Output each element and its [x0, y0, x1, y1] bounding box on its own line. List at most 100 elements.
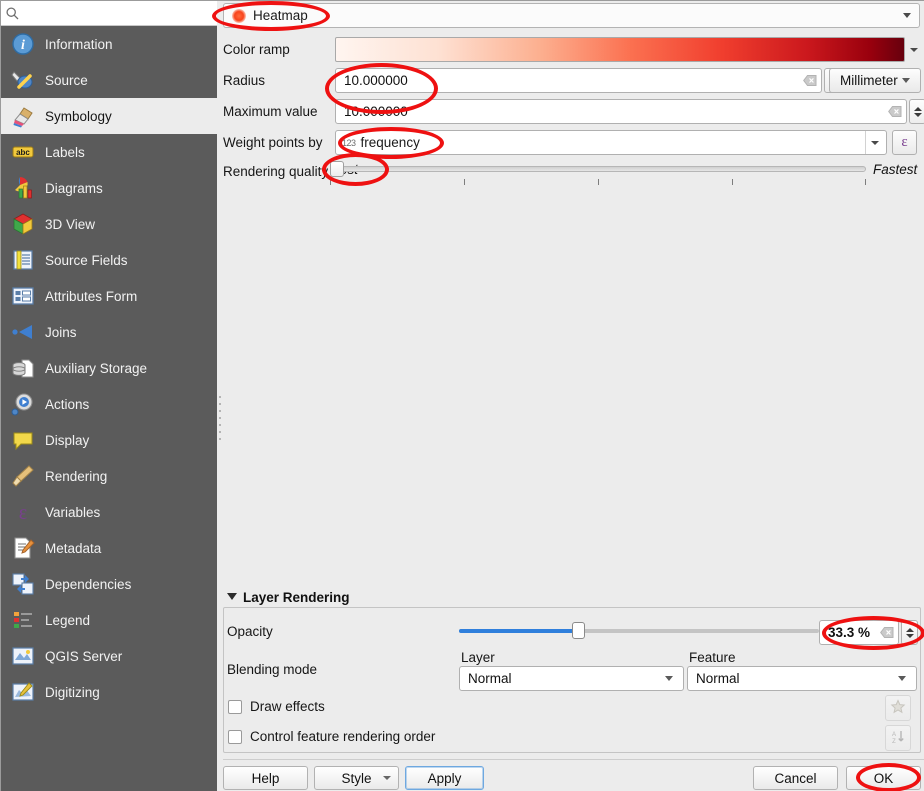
sidebar-item-dependencies[interactable]: Dependencies: [1, 566, 217, 602]
weight-points-by-dropdown-button[interactable]: [865, 131, 884, 154]
slider-handle[interactable]: [572, 622, 585, 639]
source-icon: [9, 66, 37, 94]
labels-abc-icon: abc: [9, 138, 37, 166]
color-ramp-label: Color ramp: [223, 42, 290, 57]
cancel-button[interactable]: Cancel: [753, 766, 838, 790]
help-button[interactable]: Help: [223, 766, 308, 790]
clear-icon[interactable]: [801, 72, 819, 90]
sidebar-item-digitizing[interactable]: Digitizing: [1, 674, 217, 710]
draw-effects-settings-button[interactable]: [885, 695, 911, 721]
radius-unit-value: Millimeter: [840, 73, 898, 88]
weight-points-by-label: Weight points by: [223, 135, 323, 150]
sidebar-item-information[interactable]: i Information: [1, 26, 217, 62]
rendering-brush-icon: [9, 462, 37, 490]
chevron-down-icon: [383, 776, 391, 780]
sidebar-item-label: 3D View: [45, 216, 96, 232]
opacity-stepper[interactable]: [901, 620, 918, 645]
sidebar-item-3d-view[interactable]: 3D View: [1, 206, 217, 242]
svg-text:i: i: [21, 38, 25, 53]
apply-button[interactable]: Apply: [405, 766, 484, 790]
sidebar-item-qgis-server[interactable]: QGIS Server: [1, 638, 217, 674]
cube-3d-icon: [9, 210, 37, 238]
sidebar-item-label: Dependencies: [45, 576, 132, 592]
style-button-label: Style: [341, 770, 372, 786]
control-feature-rendering-order-checkbox[interactable]: [228, 729, 242, 744]
weight-points-by-combo[interactable]: 123 frequency: [335, 130, 887, 155]
style-button[interactable]: Style: [314, 766, 399, 790]
sidebar-item-source-fields[interactable]: Source Fields: [1, 242, 217, 278]
digitizing-icon: [9, 678, 37, 706]
dependencies-icon: [9, 570, 37, 598]
layer-rendering-collapse-icon[interactable]: [227, 593, 237, 600]
sidebar-item-joins[interactable]: Joins: [1, 314, 217, 350]
svg-text:abc: abc: [16, 148, 30, 157]
sidebar-item-label: Symbology: [45, 108, 112, 124]
sidebar-item-label: QGIS Server: [45, 648, 123, 664]
maximum-value-label: Maximum value: [223, 104, 318, 119]
sidebar-item-label: Legend: [45, 612, 91, 628]
sidebar-item-actions[interactable]: Actions: [1, 386, 217, 422]
maximum-value-input[interactable]: 10.000000: [335, 99, 907, 124]
weight-points-by-value: frequency: [360, 135, 420, 150]
radius-unit-combo[interactable]: Millimeter: [829, 68, 921, 93]
rendering-quality-slider[interactable]: [330, 161, 866, 177]
clear-icon[interactable]: [886, 103, 904, 121]
blending-feature-combo[interactable]: Normal: [687, 666, 917, 691]
stepper-down-icon[interactable]: [913, 112, 922, 117]
sidebar-item-diagrams[interactable]: Diagrams: [1, 170, 217, 206]
control-rendering-order-checkbox-row[interactable]: Control feature rendering order: [228, 729, 435, 744]
draw-effects-label: Draw effects: [250, 699, 325, 714]
rendering-order-settings-button[interactable]: A Z: [885, 725, 911, 751]
sidebar-item-labels[interactable]: abc Labels: [1, 134, 217, 170]
stepper-up-icon[interactable]: [913, 106, 922, 111]
sidebar-item-variables[interactable]: ε Variables: [1, 494, 217, 530]
sidebar-item-label: Metadata: [45, 540, 102, 556]
radius-input[interactable]: 10.000000: [335, 68, 822, 93]
stepper-up-icon[interactable]: [905, 627, 914, 632]
renderer-type-combo[interactable]: Heatmap: [223, 3, 920, 28]
variables-epsilon-icon: ε: [9, 498, 37, 526]
clear-icon[interactable]: [878, 624, 896, 642]
stepper-down-icon[interactable]: [905, 633, 914, 638]
color-ramp-dropdown-button[interactable]: [907, 37, 921, 62]
renderer-type-value: Heatmap: [253, 8, 308, 23]
blending-layer-value: Normal: [468, 671, 512, 686]
search-bar[interactable]: [1, 1, 217, 26]
sidebar-item-label: Information: [45, 36, 113, 52]
opacity-label: Opacity: [227, 624, 273, 639]
sidebar-item-label: Source Fields: [45, 252, 128, 268]
sidebar-item-auxiliary-storage[interactable]: Auxiliary Storage: [1, 350, 217, 386]
splitter-handle-dots: [219, 396, 221, 446]
sidebar-item-label: Source: [45, 72, 88, 88]
draw-effects-checkbox[interactable]: [228, 699, 242, 714]
chevron-down-icon: [902, 78, 910, 83]
opacity-value: 33.3 %: [828, 625, 871, 640]
actions-gear-icon: [9, 390, 37, 418]
chevron-down-icon: [910, 47, 918, 52]
opacity-input[interactable]: 33.3 %: [819, 620, 899, 645]
effects-star-icon: [890, 698, 906, 718]
expression-button[interactable]: ε: [892, 130, 917, 155]
slider-handle[interactable]: [330, 161, 344, 177]
sidebar-item-rendering[interactable]: Rendering: [1, 458, 217, 494]
radius-value: 10.000000: [344, 73, 408, 88]
ok-button[interactable]: OK: [846, 766, 921, 790]
sidebar-item-legend[interactable]: Legend: [1, 602, 217, 638]
sidebar-item-source[interactable]: Source: [1, 62, 217, 98]
sidebar-item-symbology[interactable]: Symbology: [1, 98, 217, 134]
color-ramp-preview[interactable]: [335, 37, 905, 62]
display-balloon-icon: [9, 426, 37, 454]
chevron-down-icon: [665, 676, 673, 681]
blending-layer-combo[interactable]: Normal: [459, 666, 684, 691]
rendering-quality-fastest-label: Fastest: [873, 162, 918, 177]
draw-effects-checkbox-row[interactable]: Draw effects: [228, 699, 325, 714]
attributes-form-icon: [9, 282, 37, 310]
blending-feature-value: Normal: [696, 671, 740, 686]
sidebar-item-attributes-form[interactable]: Attributes Form: [1, 278, 217, 314]
sidebar-item-display[interactable]: Display: [1, 422, 217, 458]
layer-rendering-title: Layer Rendering: [243, 590, 350, 605]
opacity-slider[interactable]: [459, 622, 819, 640]
search-input[interactable]: [23, 1, 217, 25]
sidebar-item-metadata[interactable]: Metadata: [1, 530, 217, 566]
maximum-value-stepper[interactable]: [909, 99, 924, 124]
